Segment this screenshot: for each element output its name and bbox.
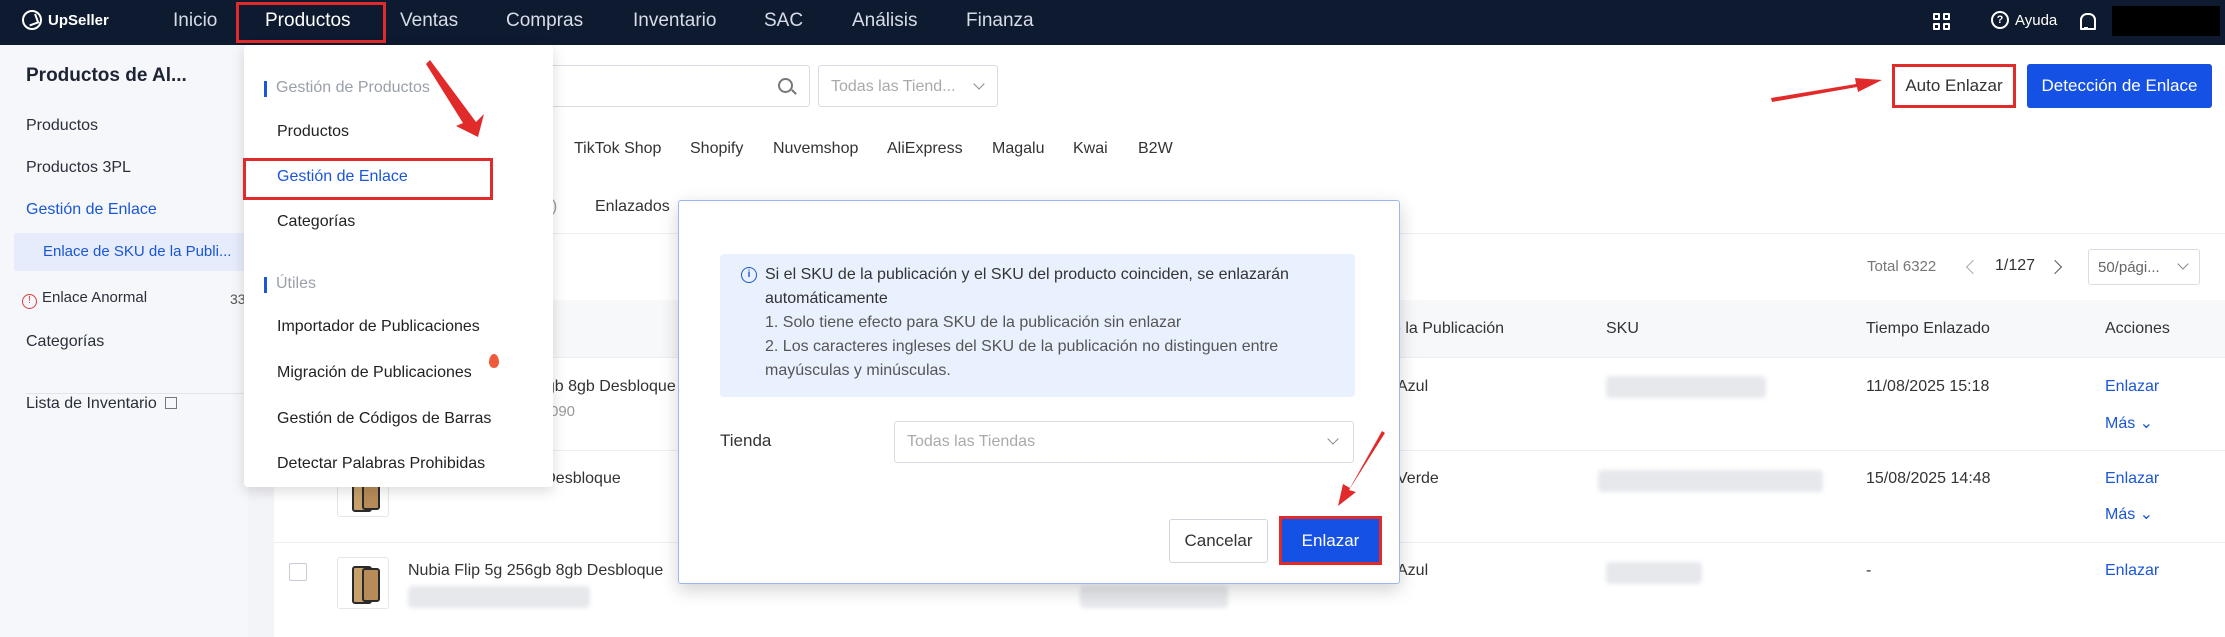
arrow-to-enlazar-button — [1338, 431, 1385, 506]
arrow-to-gestion-enlace — [426, 60, 484, 137]
arrow-to-auto-enlazar — [1771, 78, 1882, 102]
annotation-arrows — [426, 60, 1882, 506]
